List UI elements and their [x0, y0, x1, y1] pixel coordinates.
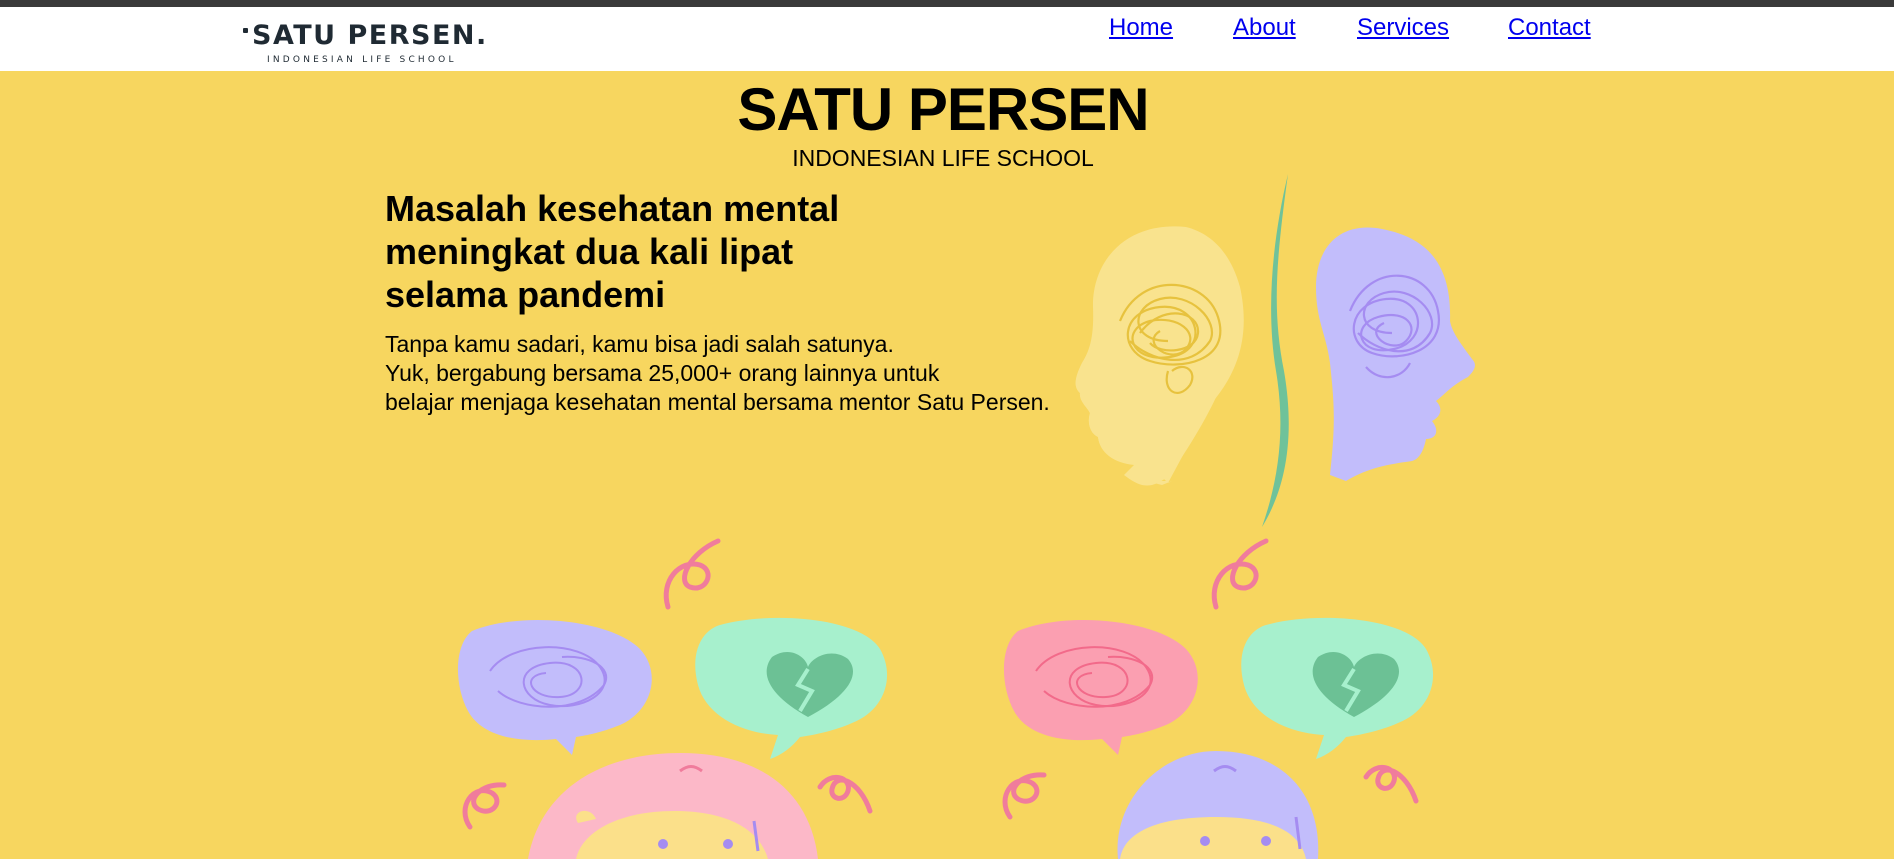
description-line: belajar menjaga kesehatan mental bersama…: [385, 389, 1050, 415]
speech-bubble-purple: [457, 619, 652, 755]
hero-description: Tanpa kamu sadari, kamu bisa jadi salah …: [385, 330, 1105, 417]
description-line: Tanpa kamu sadari, kamu bisa jadi salah …: [385, 331, 894, 357]
eye-left: [658, 839, 668, 849]
headline-line: Masalah kesehatan mental: [385, 188, 840, 229]
nav-link-about[interactable]: About: [1233, 14, 1296, 42]
eye-right: [1261, 836, 1271, 846]
divider-line: [1262, 174, 1289, 527]
headline-line: selama pandemi: [385, 274, 666, 315]
nav-link-home[interactable]: Home: [1109, 14, 1173, 42]
speech-bubble-mint-right: [1241, 617, 1434, 759]
logo-text: SATU PERSEN.: [252, 20, 488, 51]
navbar: SATU PERSEN. INDONESIAN LIFE SCHOOL Home…: [0, 7, 1894, 71]
mental-health-illustration: [457, 174, 1475, 859]
satu-persen-logo[interactable]: SATU PERSEN. INDONESIAN LIFE SCHOOL: [243, 18, 486, 66]
logo-dot-icon: [243, 28, 248, 33]
head-right-purple: [1316, 227, 1475, 481]
eye-right: [723, 839, 733, 849]
nav-link-services[interactable]: Services: [1357, 14, 1449, 42]
girl-character: [528, 753, 818, 859]
eye-left: [1200, 836, 1210, 846]
boy-character: [1117, 751, 1319, 859]
browser-top-stripe: [0, 0, 1894, 7]
speech-bubble-mint-left: [695, 617, 888, 759]
speech-bubble-pink: [1003, 619, 1198, 755]
headline-line: meningkat dua kali lipat: [385, 231, 794, 272]
hero-headline: Masalah kesehatan mental meningkat dua k…: [385, 187, 905, 316]
hero-section: SATU PERSEN INDONESIAN LIFE SCHOOL Masal…: [0, 71, 1894, 859]
description-line: Yuk, bergabung bersama 25,000+ orang lai…: [385, 360, 940, 386]
logo-tagline: INDONESIAN LIFE SCHOOL: [267, 55, 457, 65]
hero-subtitle: INDONESIAN LIFE SCHOOL: [792, 145, 1094, 171]
nav-link-contact[interactable]: Contact: [1508, 14, 1591, 42]
hero-title: SATU PERSEN: [737, 76, 1149, 143]
